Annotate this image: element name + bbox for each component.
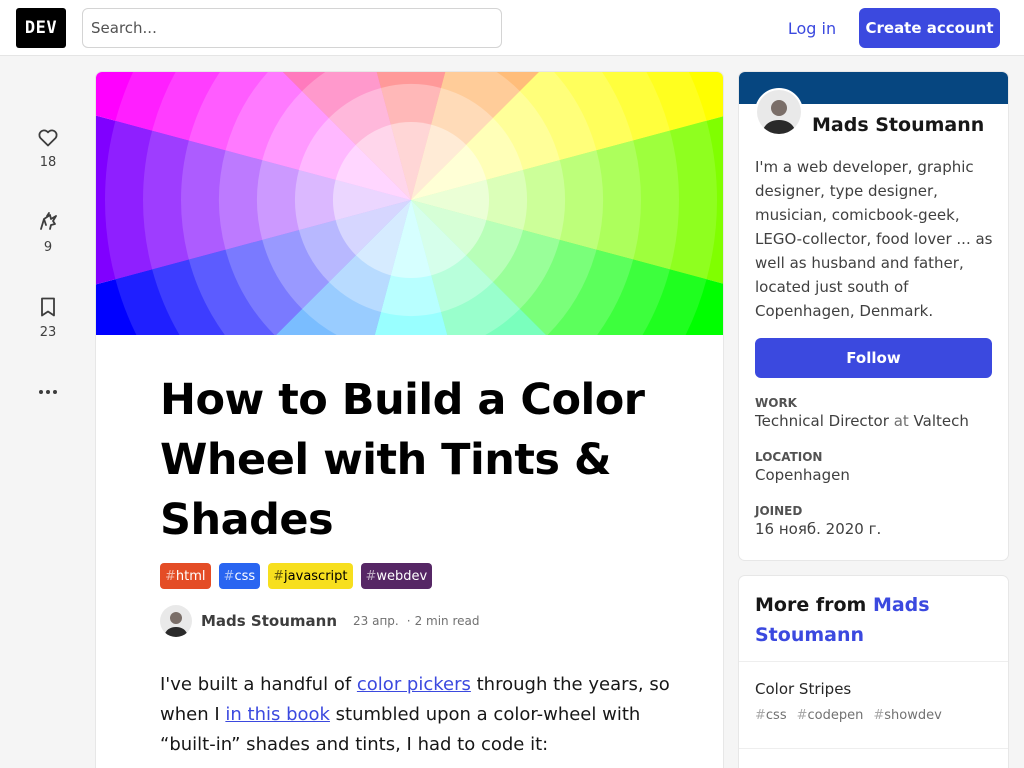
bookmark-reaction-button[interactable]: 23 [28, 295, 68, 340]
work-info: Work Technical Director at Valtech [755, 396, 995, 430]
more-from-card: More from Mads Stoumann Color Stripes #c… [739, 576, 1008, 768]
location-info: Location Copenhagen [755, 450, 995, 484]
login-button[interactable]: Log in [778, 8, 846, 48]
ellipsis-icon [39, 390, 57, 394]
author-row: Mads Stoumann 23 апр. · 2 min read [160, 605, 479, 637]
top-header: DEV Log in Create account [0, 0, 1024, 56]
article-body: I've built a handful of color pickers th… [160, 674, 670, 755]
work-label: Work [755, 396, 797, 410]
tag-webdev[interactable]: # webdev [360, 563, 433, 589]
heart-icon [38, 129, 58, 147]
tag-html[interactable]: # html [160, 563, 211, 589]
cover-image [96, 72, 723, 335]
dev-logo[interactable]: DEV [16, 8, 66, 48]
joined-label: Joined [755, 504, 803, 518]
unicorn-reaction-button[interactable]: 9 [28, 210, 68, 255]
in-this-book-link[interactable]: in this book [225, 704, 330, 725]
location-label: Location [755, 450, 823, 464]
create-account-button[interactable]: Create account [859, 8, 1000, 48]
divider [739, 661, 1008, 662]
more-from-item[interactable]: Color Stripes #css #codepen #showdev [755, 680, 942, 723]
profile-name[interactable]: Mads Stoumann [812, 114, 984, 136]
more-options-button[interactable] [28, 380, 68, 404]
more-from-item-tags: #css #codepen #showdev [755, 708, 942, 723]
bookmark-icon [41, 297, 55, 317]
publish-date: 23 апр. [353, 614, 399, 628]
read-time: 2 min read [414, 614, 480, 628]
search-input[interactable] [82, 8, 502, 48]
tag-javascript[interactable]: # javascript [268, 563, 353, 589]
more-tag-css[interactable]: #css [755, 708, 787, 723]
joined-value: 16 нояб. 2020 г. [755, 520, 882, 538]
more-tag-showdev[interactable]: #showdev [873, 708, 941, 723]
profile-avatar[interactable] [755, 88, 803, 136]
meta-separator: · [406, 614, 411, 628]
work-value: Technical Director at Valtech [755, 412, 969, 430]
color-wheel-image [96, 72, 723, 335]
tag-list: # html # css # javascript # webdev [160, 563, 433, 589]
author-profile-card: Mads Stoumann I'm a web developer, graph… [739, 72, 1008, 560]
article-title: How to Build a Color Wheel with Tints & … [160, 375, 645, 545]
joined-info: Joined 16 нояб. 2020 г. [755, 504, 995, 538]
more-from-heading: More from Mads Stoumann [755, 594, 930, 646]
profile-bio: I'm a web developer, graphic designer, t… [755, 158, 993, 320]
divider [739, 748, 1008, 749]
unicorn-icon [40, 212, 57, 230]
heart-reaction-button[interactable]: 18 [28, 125, 68, 170]
heart-count: 18 [39, 155, 57, 170]
author-name[interactable]: Mads Stoumann [201, 612, 337, 630]
article-card: How to Build a Color Wheel with Tints & … [96, 72, 723, 768]
more-from-item-title[interactable]: Color Stripes [755, 680, 942, 698]
tag-css[interactable]: # css [218, 563, 261, 589]
more-tag-codepen[interactable]: #codepen [797, 708, 864, 723]
unicorn-count: 9 [43, 240, 53, 255]
follow-button[interactable]: Follow [755, 338, 992, 378]
author-avatar[interactable] [160, 605, 192, 637]
bookmark-count: 23 [39, 325, 57, 340]
color-pickers-link[interactable]: color pickers [357, 674, 471, 695]
location-value: Copenhagen [755, 466, 850, 484]
